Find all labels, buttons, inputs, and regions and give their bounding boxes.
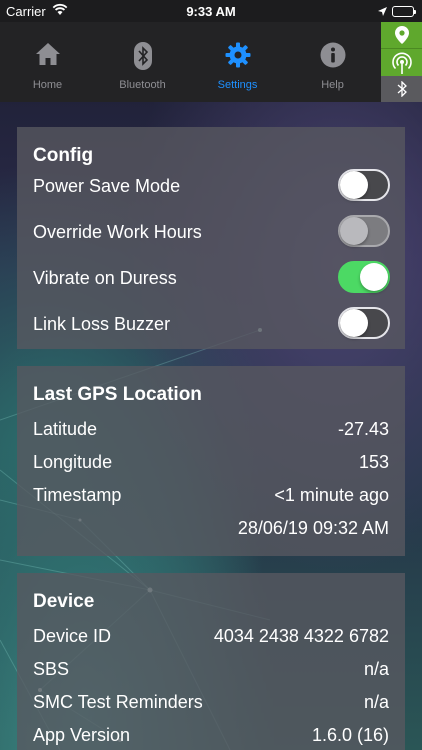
vibrate-on-duress-toggle[interactable] <box>338 261 390 293</box>
config-card: Config Power Save Mode Override Work Hou… <box>17 127 405 349</box>
battery-icon <box>392 6 416 17</box>
gear-icon <box>225 42 251 71</box>
device-card: Device Device ID 4034 2438 4322 6782 SBS… <box>17 573 405 750</box>
bluetooth-icon <box>397 81 407 97</box>
override-work-hours-label: Override Work Hours <box>33 222 202 242</box>
signal-indicator <box>381 48 422 76</box>
override-work-hours-toggle[interactable] <box>338 215 390 247</box>
power-save-mode-toggle[interactable] <box>338 169 390 201</box>
tab-help[interactable]: Help <box>285 22 380 102</box>
info-icon <box>320 42 346 71</box>
bluetooth-indicator <box>381 76 422 102</box>
longitude-value: 153 <box>358 452 389 472</box>
timestamp-datetime: 28/06/19 09:32 AM <box>237 518 389 538</box>
tab-settings[interactable]: Settings <box>190 22 285 102</box>
location-arrow-icon <box>377 5 388 20</box>
location-pin-icon <box>394 26 409 44</box>
timestamp-label: Timestamp <box>33 485 122 505</box>
device-title: Device <box>33 591 95 612</box>
gps-card: Last GPS Location Latitude -27.43 Longit… <box>17 366 405 556</box>
sbs-label: SBS <box>33 659 70 679</box>
device-id-label: Device ID <box>33 626 112 646</box>
tab-home-label: Home <box>32 79 63 91</box>
latitude-value: -27.43 <box>337 419 389 439</box>
device-id-value: 4034 2438 4322 6782 <box>213 626 389 646</box>
bluetooth-icon <box>133 42 152 73</box>
link-loss-buzzer-label: Link Loss Buzzer <box>33 314 171 334</box>
longitude-label: Longitude <box>33 452 113 472</box>
connection-indicators <box>381 22 422 102</box>
signal-broadcast-icon <box>391 52 412 74</box>
smc-test-reminders-label: SMC Test Reminders <box>33 692 203 712</box>
sbs-value: n/a <box>363 659 389 679</box>
gps-indicator <box>381 22 422 48</box>
latitude-label: Latitude <box>33 419 98 439</box>
tab-home[interactable]: Home <box>0 22 95 102</box>
app-version-label: App Version <box>33 725 131 745</box>
tab-bluetooth[interactable]: Bluetooth <box>95 22 190 102</box>
clock: 9:33 AM <box>186 4 236 19</box>
power-save-mode-label: Power Save Mode <box>33 176 181 196</box>
home-icon <box>35 42 61 69</box>
app-version-value: 1.6.0 (16) <box>311 725 389 745</box>
vibrate-on-duress-label: Vibrate on Duress <box>33 268 177 288</box>
gps-title: Last GPS Location <box>33 384 202 405</box>
tab-settings-label: Settings <box>217 79 258 91</box>
config-title: Config <box>33 145 94 166</box>
smc-test-reminders-value: n/a <box>363 692 389 712</box>
status-bar: Carrier 9:33 AM <box>0 0 422 22</box>
tab-help-label: Help <box>321 79 344 91</box>
tab-bar: Home Bluetooth Settings Help <box>0 22 381 102</box>
link-loss-buzzer-toggle[interactable] <box>338 307 390 339</box>
timestamp-value: <1 minute ago <box>274 485 389 505</box>
tab-bluetooth-label: Bluetooth <box>119 79 166 91</box>
